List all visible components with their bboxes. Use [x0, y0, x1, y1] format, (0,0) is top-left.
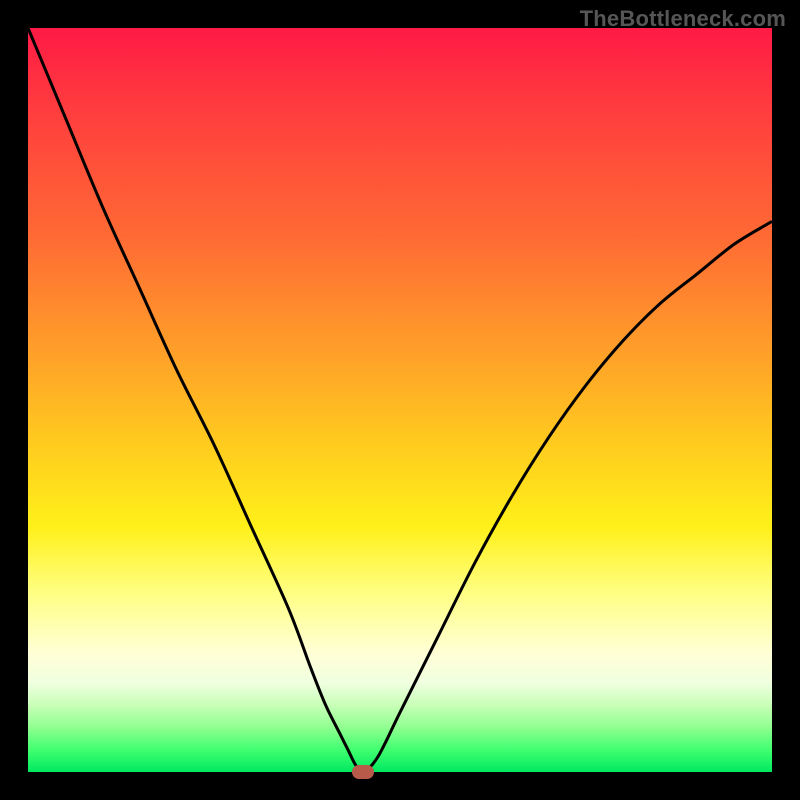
- watermark-text: TheBottleneck.com: [580, 6, 786, 32]
- chart-frame: TheBottleneck.com: [0, 0, 800, 800]
- minimum-marker: [352, 765, 374, 779]
- curve-svg: [28, 28, 772, 772]
- plot-area: [28, 28, 772, 772]
- bottleneck-curve-path: [28, 28, 772, 772]
